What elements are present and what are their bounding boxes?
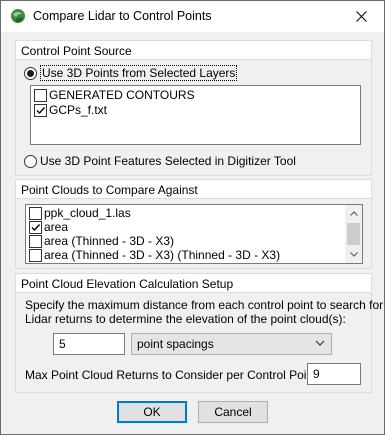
chevron-down-icon [315,340,325,346]
cloud-label: ppk_cloud_1.las [44,206,131,220]
list-item[interactable]: area [29,220,68,234]
cloud-label: area (Thinned - 3D - X3) [44,234,175,248]
description-text: Specify the maximum distance from each c… [25,298,384,312]
title-bar: Compare Lidar to Control Points [1,1,384,32]
radio-use-selected-layers[interactable]: Use 3D Points from Selected Layers [24,65,238,81]
group-header-control-point-source: Control Point Source [15,40,372,60]
vertical-scrollbar[interactable] [345,205,362,263]
list-item[interactable]: GENERATED CONTOURS [34,88,195,102]
checkbox[interactable] [34,88,47,102]
max-returns-input[interactable]: 9 [307,363,361,385]
cancel-button[interactable]: Cancel [198,401,268,423]
elevation-setup-group: Point Cloud Elevation Calculation Setup … [15,273,383,393]
close-icon [355,11,367,22]
radio-label: Use 3D Points from Selected Layers [40,65,238,81]
layers-listbox[interactable]: GENERATED CONTOURS GCPs_f.txt [30,85,361,145]
checkbox[interactable] [34,103,47,117]
close-button[interactable] [338,1,384,32]
radio-use-digitizer-selection[interactable]: Use 3D Point Features Selected in Digiti… [24,153,296,169]
control-point-source-group: Control Point Source Use 3D Points from … [15,40,372,176]
checkmark-icon [36,106,46,114]
radio-indicator[interactable] [24,154,37,168]
group-header-point-clouds: Point Clouds to Compare Against [15,179,372,199]
cloud-label: area [44,220,69,234]
distance-unit-select[interactable]: point spacings [131,333,332,355]
point-clouds-listbox[interactable]: ppk_cloud_1.las area area (Thinned - 3D … [25,204,363,264]
checkbox[interactable] [29,206,42,220]
checkbox[interactable] [29,220,42,234]
list-item[interactable]: GCPs_f.txt [34,103,107,117]
group-title: Point Clouds to Compare Against [21,183,198,197]
scroll-up-arrow[interactable] [345,205,362,222]
radio-indicator[interactable] [24,66,37,80]
group-title: Point Cloud Elevation Calculation Setup [21,277,234,291]
chevron-up-icon [349,211,358,216]
scroll-thumb[interactable] [347,223,360,245]
group-header-elevation-setup: Point Cloud Elevation Calculation Setup [15,273,372,293]
checkbox[interactable] [29,248,42,262]
point-clouds-group: Point Clouds to Compare Against ppk_clou… [15,179,372,269]
list-item[interactable]: area (Thinned - 3D - X3) (Thinned - 3D -… [29,248,280,262]
dialog-window: Compare Lidar to Control Points Control … [0,0,385,435]
cloud-label: area (Thinned - 3D - X3) (Thinned - 3D -… [44,248,281,262]
group-title: Control Point Source [21,44,132,58]
scroll-down-arrow[interactable] [345,246,362,263]
description-text: Lidar returns to determine the elevation… [25,312,346,326]
distance-input[interactable]: 5 [53,333,125,355]
radio-label: Use 3D Point Features Selected in Digiti… [40,154,296,168]
window-title: Compare Lidar to Control Points [33,9,212,23]
max-returns-label: Max Point Cloud Returns to Consider per … [25,368,320,382]
globe-app-icon [11,9,25,23]
layer-label: GCPs_f.txt [49,103,108,117]
list-item[interactable]: area (Thinned - 3D - X3) [29,234,174,248]
checkbox[interactable] [29,234,42,248]
select-value: point spacings [137,337,214,351]
chevron-down-icon [349,252,358,257]
ok-button[interactable]: OK [117,401,187,423]
list-item[interactable]: ppk_cloud_1.las [29,206,131,220]
checkmark-icon [31,223,41,231]
layer-label: GENERATED CONTOURS [49,88,195,102]
